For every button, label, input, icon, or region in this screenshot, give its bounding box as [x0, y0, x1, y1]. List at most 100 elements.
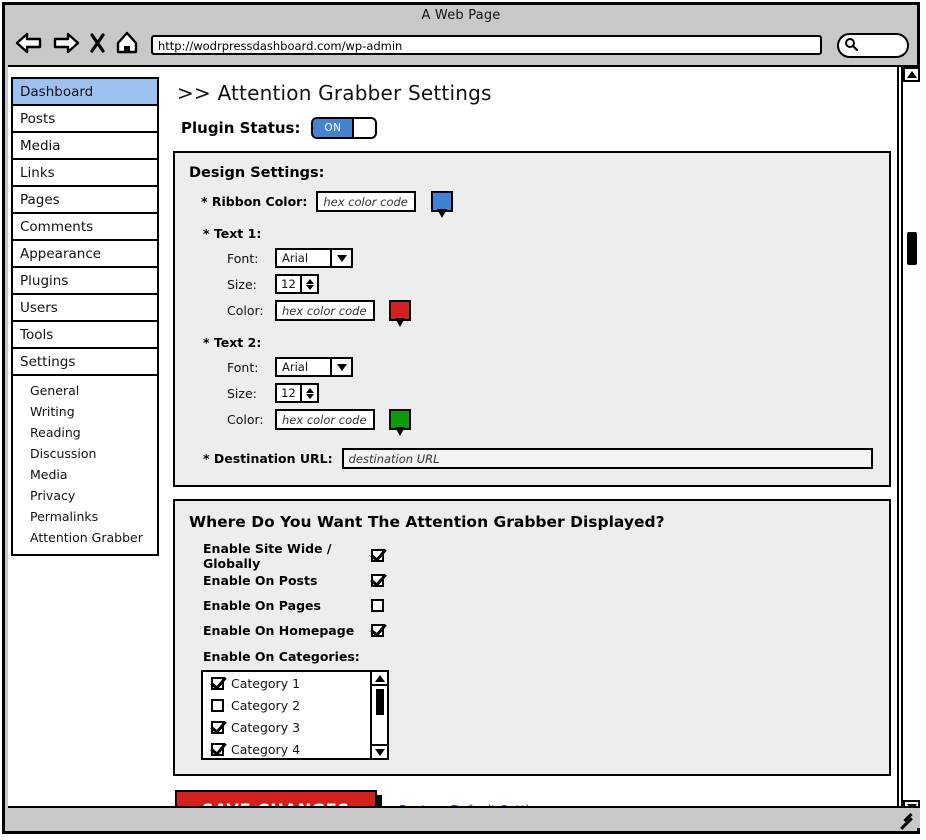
search-icon	[844, 36, 859, 55]
sidebar-item-appearance[interactable]: Appearance	[13, 241, 157, 268]
category-label-1: Category 1	[231, 675, 301, 691]
destination-url-label: * Destination URL:	[203, 451, 333, 466]
option-row-site-wide[interactable]: Enable Site Wide / Globally	[203, 540, 875, 571]
text1-size-row: Size: 12	[227, 274, 875, 294]
option-label-homepage: Enable On Homepage	[203, 623, 355, 638]
page-scroll-thumb[interactable]	[907, 232, 917, 265]
text2-size-label: Size:	[227, 385, 257, 401]
category-label-2: Category 2	[231, 697, 301, 713]
text1-size-stepper[interactable]: 12	[275, 274, 319, 294]
page-viewport: Dashboard Posts Media Links Pages Commen…	[8, 65, 920, 815]
text1-color-swatch[interactable]	[389, 300, 411, 327]
sidebar-item-plugins[interactable]: Plugins	[13, 268, 157, 295]
back-arrow-icon[interactable]	[15, 32, 43, 58]
text2-size-value: 12	[281, 386, 296, 400]
sidebar-item-pages[interactable]: Pages	[13, 187, 157, 214]
sidebar-item-tools[interactable]: Tools	[13, 322, 157, 349]
sidebar-item-posts[interactable]: Posts	[13, 106, 157, 133]
checkbox-category-2[interactable]	[211, 698, 224, 712]
text2-font-label: Font:	[227, 359, 259, 375]
category-label-3: Category 3	[231, 719, 301, 735]
ribbon-color-row: * Ribbon Color: hex color code	[201, 191, 875, 218]
option-row-pages[interactable]: Enable On Pages	[203, 593, 875, 618]
display-options-title: Where Do You Want The Attention Grabber …	[189, 513, 665, 531]
checkbox-category-4[interactable]	[211, 742, 224, 756]
sidebar-submenu: General Writing Reading Discussion Media…	[13, 376, 157, 554]
admin-sidebar: Dashboard Posts Media Links Pages Commen…	[11, 77, 159, 556]
chevron-down-icon	[330, 250, 351, 266]
sidebar-subitem-reading[interactable]: Reading	[13, 422, 157, 443]
text1-color-row: Color: hex color code	[227, 300, 875, 327]
sidebar-item-settings[interactable]: Settings	[13, 349, 157, 376]
text2-color-input[interactable]: hex color code	[275, 409, 375, 430]
categories-label: Enable On Categories:	[203, 649, 360, 664]
option-row-homepage[interactable]: Enable On Homepage	[203, 618, 875, 643]
scroll-up-icon[interactable]	[372, 672, 387, 686]
checkbox-posts[interactable]	[371, 574, 384, 587]
sidebar-subitem-general[interactable]: General	[13, 380, 157, 401]
display-options-panel: Where Do You Want The Attention Grabber …	[173, 499, 891, 776]
text1-font-value: Arial	[282, 251, 309, 265]
text1-color-input[interactable]: hex color code	[275, 300, 375, 321]
sidebar-subitem-permalinks[interactable]: Permalinks	[13, 506, 157, 527]
category-row-2[interactable]: Category 2	[203, 694, 387, 716]
sidebar-item-media[interactable]: Media	[13, 133, 157, 160]
destination-url-input[interactable]: destination URL	[341, 448, 873, 469]
text2-size-stepper[interactable]: 12	[275, 383, 319, 403]
text2-color-row: Color: hex color code	[227, 409, 875, 436]
text2-font-select[interactable]: Arial	[275, 357, 353, 377]
text1-title: * Text 1:	[203, 226, 262, 241]
sidebar-item-dashboard[interactable]: Dashboard	[13, 79, 157, 106]
category-row-4[interactable]: Category 4	[203, 738, 387, 758]
toggle-state-label: ON	[313, 119, 353, 137]
home-icon[interactable]	[115, 31, 139, 59]
sidebar-item-comments[interactable]: Comments	[13, 214, 157, 241]
sidebar-subitem-discussion[interactable]: Discussion	[13, 443, 157, 464]
resize-grip-icon[interactable]	[899, 812, 915, 830]
search-input[interactable]	[837, 32, 909, 58]
option-label-site-wide: Enable Site Wide / Globally	[203, 540, 332, 571]
ribbon-color-label: * Ribbon Color:	[201, 194, 308, 209]
text1-size-value: 12	[281, 277, 296, 291]
sidebar-item-links[interactable]: Links	[13, 160, 157, 187]
plugin-status-toggle[interactable]: ON	[311, 117, 378, 139]
option-label-pages: Enable On Pages	[203, 598, 321, 613]
design-settings-title: Design Settings:	[189, 165, 325, 181]
ribbon-color-swatch[interactable]	[431, 191, 454, 218]
text2-color-label: Color:	[227, 412, 264, 427]
sidebar-subitem-media[interactable]: Media	[13, 464, 157, 485]
checkbox-site-wide[interactable]	[371, 549, 384, 562]
wp-admin-page: Dashboard Posts Media Links Pages Commen…	[8, 67, 899, 815]
page-scroll-track[interactable]	[903, 82, 920, 800]
ribbon-color-input[interactable]: hex color code	[316, 191, 417, 212]
page-scroll-up-icon[interactable]	[903, 67, 920, 82]
category-row-3[interactable]: Category 3	[203, 716, 387, 738]
stepper-arrows-icon[interactable]	[300, 276, 317, 292]
checkbox-pages[interactable]	[371, 599, 384, 612]
page-title: >> Attention Grabber Settings	[177, 81, 492, 105]
checkbox-homepage[interactable]	[371, 624, 384, 637]
text2-color-swatch[interactable]	[389, 409, 411, 436]
checkbox-category-3[interactable]	[211, 720, 224, 734]
option-row-posts[interactable]: Enable On Posts	[203, 568, 875, 593]
categories-scroll-thumb[interactable]	[375, 689, 384, 715]
option-label-posts: Enable On Posts	[203, 573, 318, 588]
scroll-down-icon[interactable]	[372, 744, 387, 758]
url-input[interactable]: http://wodrpressdashboard.com/wp-admin	[151, 35, 822, 55]
category-row-1[interactable]: Category 1	[203, 672, 387, 694]
sidebar-subitem-privacy[interactable]: Privacy	[13, 485, 157, 506]
close-x-icon[interactable]	[89, 32, 106, 58]
toggle-knob	[352, 119, 376, 137]
categories-listbox[interactable]: Category 1 Category 2 Category 3 Categor…	[201, 670, 389, 760]
stepper-arrows-icon[interactable]	[300, 385, 317, 401]
text1-size-label: Size:	[227, 276, 257, 292]
text1-font-select[interactable]: Arial	[275, 248, 353, 268]
sidebar-subitem-writing[interactable]: Writing	[13, 401, 157, 422]
sidebar-subitem-attention-grabber[interactable]: Attention Grabber	[13, 527, 157, 548]
forward-arrow-icon[interactable]	[52, 32, 80, 58]
categories-scrollbar[interactable]	[370, 672, 387, 758]
page-scrollbar[interactable]	[901, 67, 920, 815]
sidebar-item-users[interactable]: Users	[13, 295, 157, 322]
checkbox-category-1[interactable]	[211, 676, 224, 690]
text2-font-row: Font: Arial	[227, 357, 875, 377]
